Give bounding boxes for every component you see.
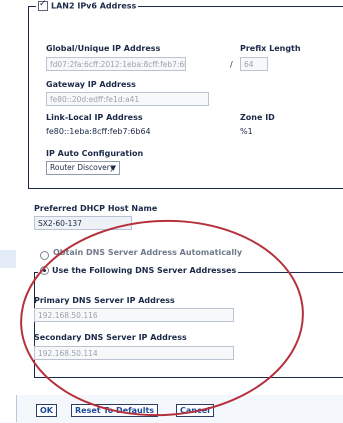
dns-manual-label: Use the Following DNS Server Addresses <box>52 266 237 275</box>
left-nav-strip <box>0 0 17 422</box>
dns-auto-label: Obtain DNS Server Address Automatically <box>53 248 243 257</box>
reset-to-defaults-button[interactable]: Reset To Defaults <box>71 404 159 417</box>
global-ip-input[interactable]: fd07:2fa:6cff:2012:1eba:8cff:feb7:6b66 <box>46 57 186 71</box>
lan2-ipv6-legend-label: LAN2 IPv6 Address <box>51 1 137 11</box>
lan2-ipv6-legend: ✓ LAN2 IPv6 Address <box>36 0 139 11</box>
primary-dns-label: Primary DNS Server IP Address <box>34 296 175 305</box>
dns-manual-radio[interactable] <box>40 266 49 275</box>
secondary-dns-label: Secondary DNS Server IP Address <box>34 333 187 342</box>
gateway-ip-label: Gateway IP Address <box>46 80 136 89</box>
zone-id-label: Zone ID <box>240 113 275 122</box>
lan2-ipv6-checkbox[interactable]: ✓ <box>38 0 48 11</box>
prefix-length-input[interactable]: 64 <box>240 57 268 71</box>
link-local-value: fe80::1eba:8cff:feb7:6b64 <box>46 127 151 136</box>
prefix-length-label: Prefix Length <box>240 44 301 53</box>
primary-dns-input[interactable]: 192.168.50.116 <box>34 308 234 322</box>
dhcp-hostname-label: Preferred DHCP Host Name <box>34 204 158 213</box>
dhcp-hostname-input[interactable]: SX2-60-137 <box>34 216 132 230</box>
secondary-dns-input[interactable]: 192.168.50.114 <box>34 346 234 360</box>
link-local-label: Link-Local IP Address <box>46 113 143 122</box>
cancel-button[interactable]: Cancel <box>176 404 214 417</box>
chevron-down-icon: ▼ <box>110 164 116 172</box>
global-ip-label: Global/Unique IP Address <box>46 44 161 53</box>
ok-button[interactable]: OK <box>36 404 57 417</box>
zone-id-value: %1 <box>240 127 253 136</box>
ip-auto-config-value: Router Discovery <box>50 163 115 172</box>
dns-manual-fieldset <box>34 272 343 378</box>
settings-panel: ✓ LAN2 IPv6 Address Global/Unique IP Addr… <box>16 0 343 395</box>
checkmark-icon: ✓ <box>39 0 47 9</box>
radio-dot-icon <box>43 269 46 272</box>
ip-auto-config-label: IP Auto Configuration <box>46 149 144 158</box>
ip-auto-config-select[interactable]: Router Discovery ▼ <box>46 161 120 175</box>
gateway-ip-input[interactable]: fe80::20d:edff:fe1d:a41 <box>46 92 209 106</box>
dns-manual-legend: Use the Following DNS Server Addresses <box>38 266 239 275</box>
dns-auto-radio[interactable] <box>40 251 49 260</box>
prefix-slash: / <box>230 60 233 69</box>
left-nav-selection <box>0 250 16 268</box>
